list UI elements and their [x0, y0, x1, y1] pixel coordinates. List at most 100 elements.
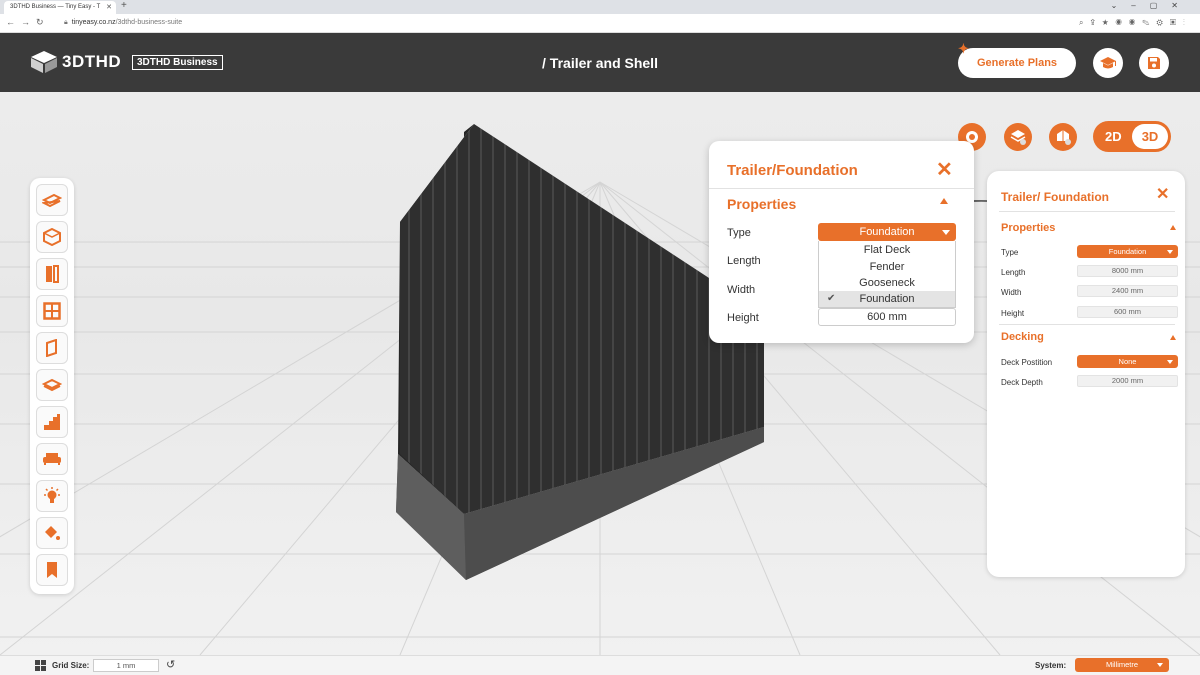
check-icon: ✔ — [827, 293, 836, 304]
view-2d-option[interactable]: 2D — [1105, 129, 1122, 144]
floor-icon — [42, 193, 62, 208]
close-tab-icon[interactable]: ✕ — [106, 3, 112, 11]
panel-section-properties[interactable]: Properties — [1001, 222, 1055, 234]
panel-length-label: Length — [1001, 268, 1026, 277]
dropdown-option-foundation-label: Foundation — [859, 293, 915, 305]
door-icon — [46, 265, 59, 283]
app-header: 3DTHD 3DTHD Business / Trailer and Shell… — [0, 33, 1200, 92]
browser-tab-strip: 3DTHD Business — Tiny Easy - T ✕ + ⌄–▢✕ — [0, 0, 1200, 14]
roof-icon — [42, 378, 62, 392]
sofa-icon — [43, 453, 61, 465]
tool-furniture[interactable] — [36, 443, 68, 475]
panel-deck-position-select[interactable]: None — [1077, 355, 1178, 368]
panel-type-label: Type — [1001, 248, 1019, 257]
browser-tab-title: 3DTHD Business — Tiny Easy - T — [10, 4, 101, 10]
panel-divider — [999, 211, 1175, 212]
window-controls[interactable]: ⌄–▢✕ — [1111, 1, 1192, 10]
panel-type-select[interactable]: Foundation — [1077, 245, 1178, 258]
status-bar: Grid Size: 1 mm ↺ System: Millimetre — [0, 655, 1200, 675]
view-3d-option[interactable]: 3D — [1132, 124, 1168, 149]
left-toolbar — [30, 178, 74, 594]
stairs-icon — [44, 414, 60, 430]
popup-type-select[interactable]: Foundation — [818, 223, 956, 241]
chevron-down-icon — [942, 230, 950, 235]
browser-toolbar: ←→↻ 🔒︎ tinyeasy.co.nz/3dthd-business-suit… — [0, 14, 1200, 33]
tool-shell[interactable] — [36, 221, 68, 253]
properties-caret-icon[interactable] — [1170, 225, 1176, 230]
panel-deck-position-value: None — [1118, 357, 1137, 366]
chevron-down-icon — [1167, 360, 1173, 364]
decking-caret-icon[interactable] — [1170, 335, 1176, 340]
popup-section-properties[interactable]: Properties — [727, 196, 796, 212]
graduation-cap-icon — [1100, 57, 1116, 69]
new-tab-icon[interactable]: + — [121, 0, 127, 11]
panel-title: Trailer/ Foundation — [1001, 190, 1110, 204]
tool-window[interactable] — [36, 295, 68, 327]
save-button[interactable] — [1139, 48, 1169, 78]
properties-panel: Trailer/ Foundation ✕ Properties Type Fo… — [987, 171, 1185, 577]
save-icon — [1148, 57, 1160, 69]
house-hide-icon — [1057, 130, 1071, 145]
dropdown-option-gooseneck[interactable]: Gooseneck — [819, 275, 955, 291]
shell-icon — [43, 228, 61, 246]
trailer-foundation-popup: Trailer/Foundation ✕ Properties Type Len… — [709, 141, 974, 343]
panel-height-input[interactable]: 600 mm — [1077, 306, 1178, 318]
view-mode-toggle[interactable]: 2D 3D — [1093, 121, 1171, 152]
panel-deck-depth-label: Deck Depth — [1001, 378, 1043, 387]
window-icon — [43, 302, 61, 320]
tool-paint[interactable] — [36, 517, 68, 549]
hide-walls-button[interactable] — [1004, 123, 1032, 151]
paint-icon — [45, 526, 60, 540]
browser-extension-icons[interactable]: ⌕⇪★◉◉✎⚙▣⋮ — [1079, 18, 1192, 28]
close-icon[interactable]: ✕ — [936, 160, 953, 180]
popup-divider — [709, 188, 974, 189]
tool-door[interactable] — [36, 258, 68, 290]
tool-bookmark[interactable] — [36, 554, 68, 586]
layers-hide-icon — [1010, 130, 1026, 145]
grid-icon — [35, 660, 46, 671]
popup-height-label: Height — [727, 312, 759, 324]
tool-floor[interactable] — [36, 184, 68, 216]
panel-width-label: Width — [1001, 288, 1022, 297]
popup-width-label: Width — [727, 284, 756, 296]
type-dropdown-list: Flat Deck Fender Gooseneck ✔ Foundation — [818, 241, 956, 308]
grid-size-input[interactable]: 1 mm — [93, 659, 159, 672]
generate-plans-label: Generate Plans — [976, 57, 1058, 69]
tutorial-button[interactable] — [1093, 48, 1123, 78]
unit-system-value: Millimetre — [1105, 660, 1139, 669]
panel-deck-depth-input[interactable]: 2000 mm — [1077, 375, 1178, 387]
panel-type-value: Foundation — [1108, 247, 1147, 256]
unit-system-select[interactable]: Millimetre — [1075, 658, 1169, 672]
popup-title: Trailer/Foundation — [727, 162, 858, 179]
popup-type-label: Type — [727, 227, 751, 239]
panel-close-icon[interactable]: ✕ — [1156, 187, 1169, 203]
collapse-caret-icon[interactable] — [940, 198, 948, 204]
tool-wall-panel[interactable] — [36, 332, 68, 364]
tool-stairs[interactable] — [36, 406, 68, 438]
lock-icon: 🔒︎ — [64, 19, 68, 26]
tool-roof[interactable] — [36, 369, 68, 401]
popup-type-value: Foundation — [859, 226, 915, 238]
popup-length-label: Length — [727, 255, 761, 267]
panel-height-label: Height — [1001, 309, 1025, 318]
sparkle-icon: ✦ — [958, 41, 969, 56]
system-label: System: — [1035, 661, 1067, 670]
panel-width-input[interactable]: 2400 mm — [1077, 285, 1178, 297]
hide-roof-button[interactable] — [1049, 123, 1077, 151]
dropdown-option-fender[interactable]: Fender — [819, 259, 955, 275]
tool-lighting[interactable] — [36, 480, 68, 512]
reset-icon[interactable]: ↺ — [166, 658, 175, 671]
browser-nav-buttons[interactable]: ←→↻ — [6, 17, 50, 28]
panel-deck-position-label: Deck Postition — [1001, 358, 1053, 367]
panel-divider — [999, 324, 1175, 325]
panel-section-decking[interactable]: Decking — [1001, 331, 1044, 343]
panel-length-input[interactable]: 8000 mm — [1077, 265, 1178, 277]
dropdown-option-flat-deck[interactable]: Flat Deck — [819, 242, 955, 258]
browser-tab[interactable]: 3DTHD Business — Tiny Easy - T ✕ — [4, 1, 116, 14]
popup-height-input[interactable]: 600 mm — [818, 308, 956, 326]
chevron-down-icon — [1167, 250, 1173, 254]
dropdown-option-foundation[interactable]: ✔ Foundation — [819, 291, 955, 307]
generate-plans-button[interactable]: ✦ Generate Plans — [958, 42, 1076, 78]
wall-panel-icon — [46, 339, 57, 357]
address-bar[interactable]: 🔒︎ tinyeasy.co.nz/3dthd-business-suite — [56, 17, 1136, 30]
